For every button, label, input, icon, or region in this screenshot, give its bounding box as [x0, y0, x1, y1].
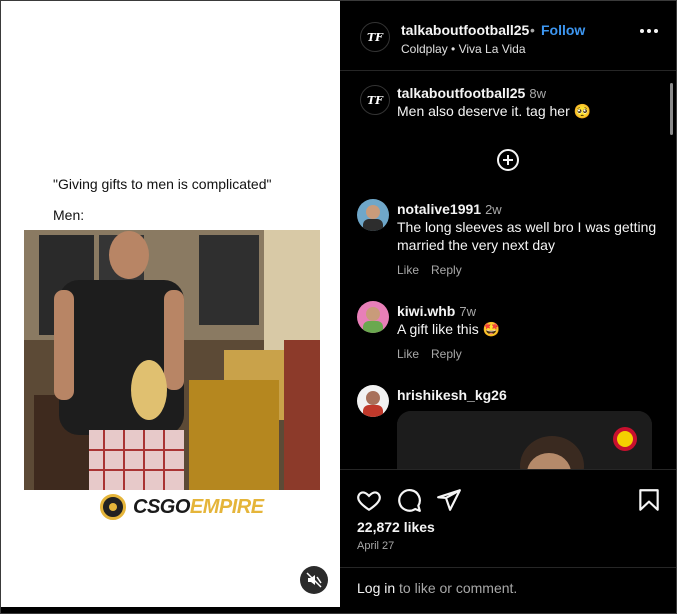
video-frame-image: [24, 230, 320, 490]
caption-author-username[interactable]: talkaboutfootball25 8w: [397, 85, 546, 101]
comment-icon[interactable]: [396, 487, 422, 513]
comments-scrollbar[interactable]: [670, 83, 673, 135]
post-side-panel: TF talkaboutfootball25 • Follow Coldplay…: [340, 1, 676, 613]
post-media[interactable]: "Giving gifts to men is complicated" Men…: [1, 1, 340, 607]
footer-divider: [340, 567, 676, 568]
like-comment-button[interactable]: Like: [397, 347, 419, 361]
login-prompt: Log in to like or comment.: [357, 580, 518, 596]
caption-timestamp[interactable]: 8w: [529, 86, 546, 101]
comments-section[interactable]: TF talkaboutfootball25 8w Men also deserv…: [340, 71, 676, 469]
speaker-muted-icon: [306, 572, 322, 588]
meme-caption-line-2: Men:: [53, 207, 85, 223]
author-avatar[interactable]: TF: [360, 22, 390, 52]
plus-circle-icon[interactable]: [497, 149, 519, 171]
comment-media-preview[interactable]: [397, 411, 652, 469]
comment-actions: Like Reply: [397, 347, 474, 361]
video-frame[interactable]: [24, 230, 320, 490]
csgo-empire-emblem-icon: [100, 494, 126, 520]
sponsor-logo: CSGOEMPIRE: [100, 492, 264, 522]
post-date[interactable]: April 27: [357, 540, 394, 552]
avatar[interactable]: [357, 301, 389, 333]
comment-timestamp[interactable]: 2w: [485, 202, 502, 217]
post-caption-text: Men also deserve it. tag her 🥺: [397, 103, 592, 119]
post-header: TF talkaboutfootball25 • Follow Coldplay…: [340, 1, 676, 71]
avatar[interactable]: [357, 199, 389, 231]
comment-username[interactable]: notalive1991 2w: [397, 201, 502, 217]
avatar[interactable]: [357, 385, 389, 417]
comment-text: A gift like this 🤩: [397, 321, 501, 337]
comment-username[interactable]: kiwi.whb 7w: [397, 303, 476, 319]
author-username[interactable]: talkaboutfootball25: [401, 22, 529, 38]
follow-button[interactable]: Follow: [541, 22, 585, 38]
likes-count[interactable]: 22,872 likes: [357, 519, 435, 535]
heart-icon[interactable]: [356, 487, 382, 513]
header-separator: •: [530, 22, 535, 38]
login-link[interactable]: Log in: [357, 580, 395, 596]
audio-track-link[interactable]: Coldplay • Viva La Vida: [401, 42, 526, 56]
more-options-icon[interactable]: [640, 29, 658, 35]
share-icon[interactable]: [436, 487, 462, 513]
like-comment-button[interactable]: Like: [397, 263, 419, 277]
comment-timestamp[interactable]: 7w: [459, 304, 476, 319]
sponsor-wordmark: CSGOEMPIRE: [133, 495, 264, 518]
post-dialog: "Giving gifts to men is complicated" Men…: [0, 0, 677, 614]
meme-caption-line-1: "Giving gifts to men is complicated": [53, 176, 272, 192]
mute-toggle-button[interactable]: [300, 566, 328, 594]
caption-author-avatar[interactable]: TF: [360, 85, 390, 115]
reply-comment-button[interactable]: Reply: [431, 347, 462, 361]
reply-comment-button[interactable]: Reply: [431, 263, 462, 277]
comment-username[interactable]: hrishikesh_kg26: [397, 387, 507, 403]
bookmark-icon[interactable]: [636, 487, 662, 513]
comment-text: The long sleeves as well bro I was getti…: [397, 219, 657, 253]
comment-actions: Like Reply: [397, 263, 474, 277]
